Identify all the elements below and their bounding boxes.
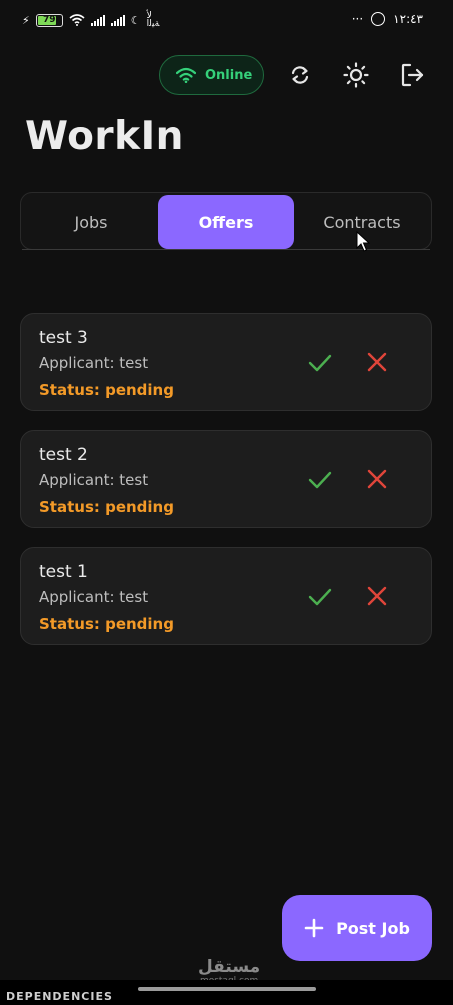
- wifi-icon: [176, 67, 196, 83]
- post-job-label: Post Job: [336, 918, 410, 938]
- tab-jobs[interactable]: Jobs: [23, 195, 159, 249]
- reject-offer-button[interactable]: [365, 584, 389, 608]
- status-bar: ⚡ 79 ☾ ﻷ ﺔﻴﻟﺍ ··· ١٢:٤٣: [0, 6, 453, 34]
- sun-icon: [343, 62, 369, 88]
- moon-icon: ☾: [130, 13, 141, 27]
- wifi-status-icon: [69, 14, 85, 26]
- logout-button[interactable]: [397, 60, 427, 90]
- logout-icon: [401, 63, 424, 87]
- offer-title: test 2: [39, 445, 88, 465]
- watermark-main: مستقل: [198, 957, 261, 977]
- battery-icon: 79: [35, 13, 63, 27]
- close-icon: [367, 586, 387, 606]
- signal-icon-2: [110, 14, 125, 26]
- accept-offer-button[interactable]: [307, 351, 333, 375]
- offer-card: test 3 Applicant: test Status: pending: [20, 313, 432, 411]
- bottom-text: DEPENDENCIES: [6, 990, 113, 1003]
- app-title: WorkIn: [25, 114, 184, 159]
- offer-card: test 1 Applicant: test Status: pending: [20, 547, 432, 645]
- theme-toggle-button[interactable]: [341, 60, 371, 90]
- status-bar-left: ⚡ 79 ☾ ﻷ ﺔﻴﻟﺍ: [22, 11, 160, 29]
- sync-button[interactable]: [285, 60, 315, 90]
- online-status-badge: Online: [159, 55, 264, 95]
- close-icon: [367, 469, 387, 489]
- online-label: Online: [205, 67, 253, 83]
- offer-applicant: Applicant: test: [39, 354, 149, 372]
- offer-status: Status: pending: [39, 498, 174, 516]
- sync-icon: [291, 66, 309, 84]
- post-job-button[interactable]: Post Job: [282, 895, 432, 961]
- accept-offer-button[interactable]: [307, 585, 333, 609]
- plus-icon: [304, 918, 324, 938]
- status-bar-right: ··· ١٢:٤٣: [352, 12, 423, 26]
- accept-offer-button[interactable]: [307, 468, 333, 492]
- home-indicator[interactable]: [138, 987, 316, 991]
- carrier-label: ﻷ ﺔﻴﻟﺍ: [146, 11, 160, 29]
- offer-applicant: Applicant: test: [39, 471, 149, 489]
- reject-offer-button[interactable]: [365, 350, 389, 374]
- clock: ١٢:٤٣: [393, 12, 423, 26]
- more-icon: ···: [351, 12, 364, 26]
- offer-card: test 2 Applicant: test Status: pending: [20, 430, 432, 528]
- offer-status: Status: pending: [39, 615, 174, 633]
- offer-title: test 1: [39, 562, 88, 582]
- offer-title: test 3: [39, 328, 88, 348]
- mouse-cursor-icon: [356, 231, 370, 252]
- app-screen: ⚡ 79 ☾ ﻷ ﺔﻴﻟﺍ ··· ١٢:٤٣ Online WorkIn Jo…: [0, 0, 453, 1005]
- check-icon: [308, 471, 332, 489]
- charging-icon: ⚡: [22, 13, 30, 27]
- check-icon: [308, 354, 332, 372]
- offer-status: Status: pending: [39, 381, 174, 399]
- whatsapp-icon: [371, 12, 386, 26]
- offer-applicant: Applicant: test: [39, 588, 149, 606]
- tab-offers[interactable]: Offers: [158, 195, 294, 249]
- close-icon: [367, 352, 387, 372]
- reject-offer-button[interactable]: [365, 467, 389, 491]
- signal-icon: [90, 14, 105, 26]
- check-icon: [308, 588, 332, 606]
- tab-bar: Jobs Offers Contracts: [20, 192, 432, 250]
